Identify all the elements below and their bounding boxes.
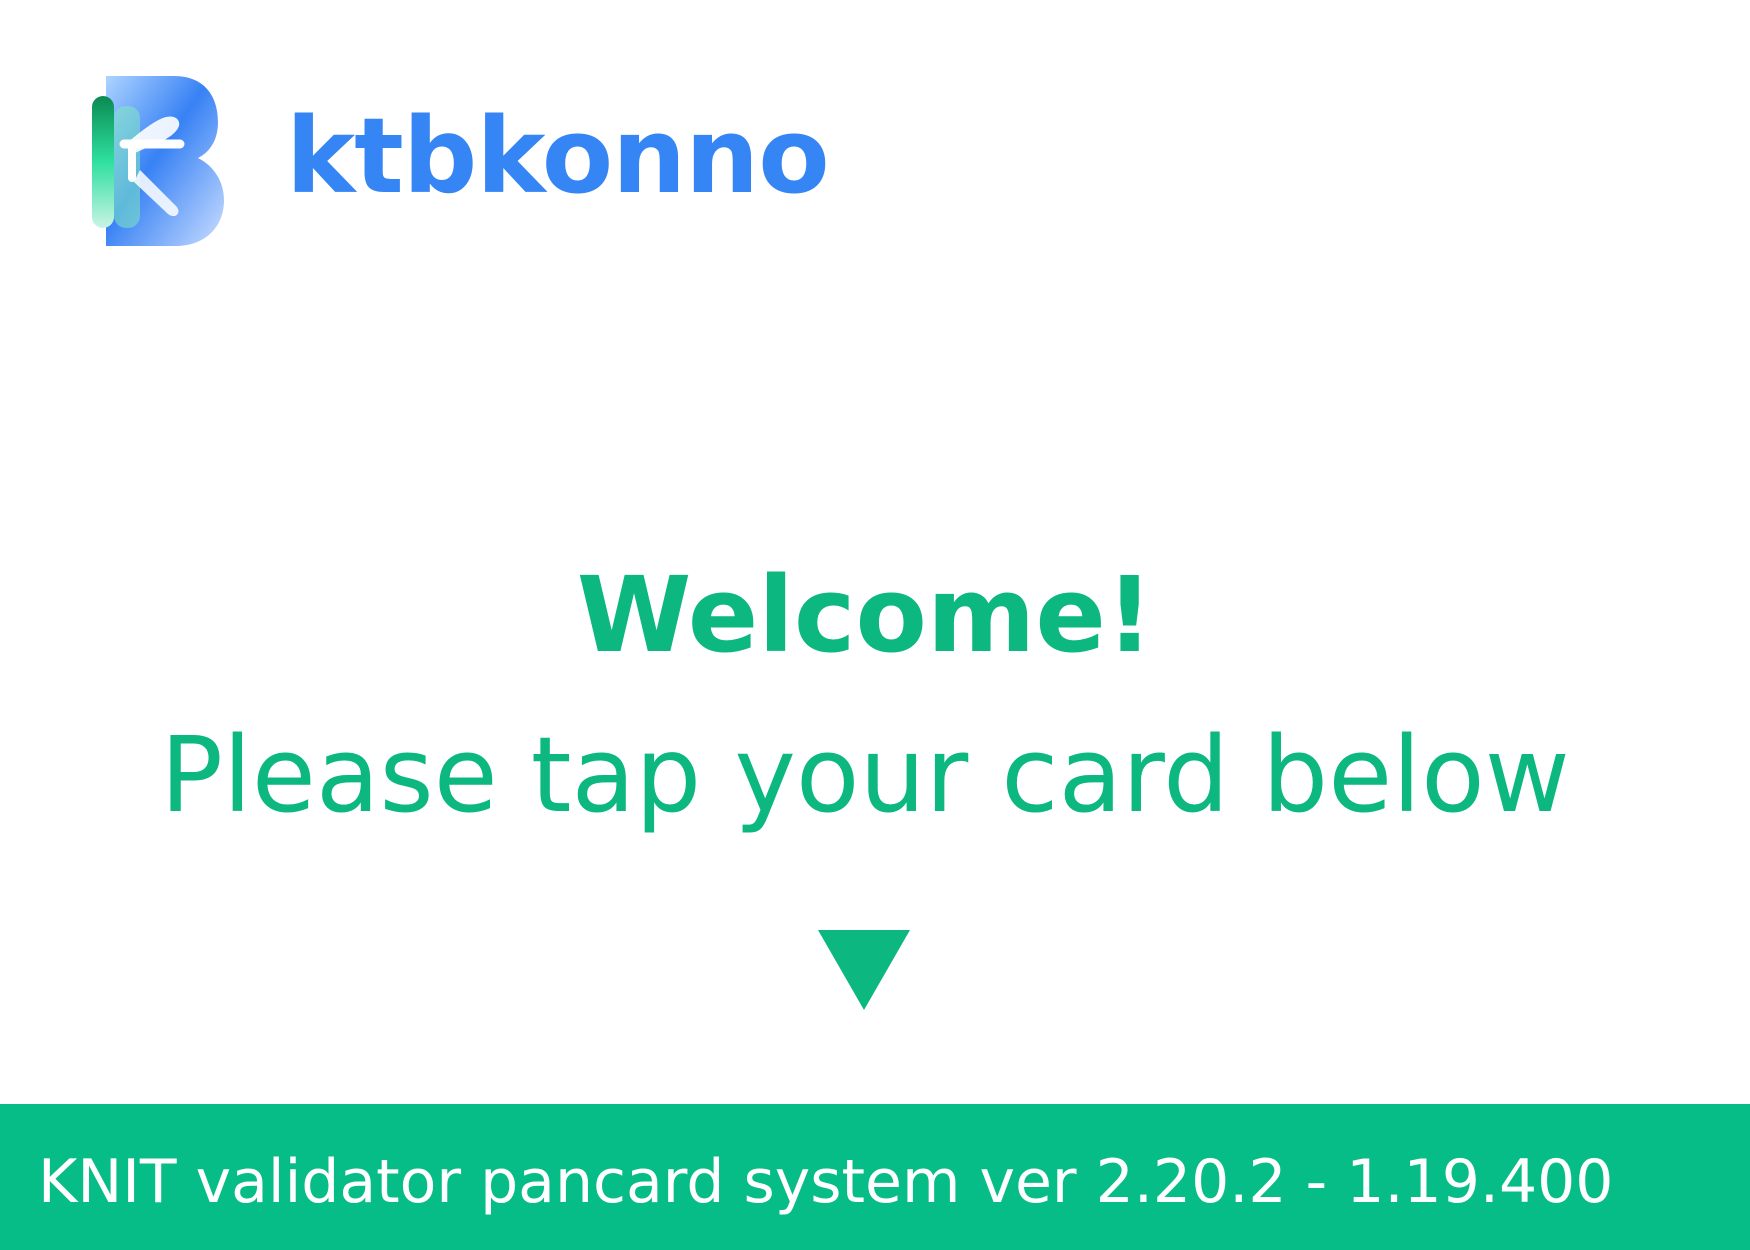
- footer-bar: KNIT validator pancard system ver 2.20.2…: [0, 1104, 1750, 1250]
- brand-name: ktbkonno: [286, 95, 830, 217]
- down-triangle-icon: [818, 930, 910, 1010]
- welcome-title: Welcome!: [576, 554, 1154, 676]
- ktb-logo-icon: [92, 76, 224, 246]
- version-text: KNIT validator pancard system ver 2.20.2…: [38, 1147, 1614, 1217]
- validator-screen: ktbkonno Welcome! Please tap your card b…: [0, 0, 1750, 1250]
- tap-card-instruction: Please tap your card below: [160, 714, 1570, 836]
